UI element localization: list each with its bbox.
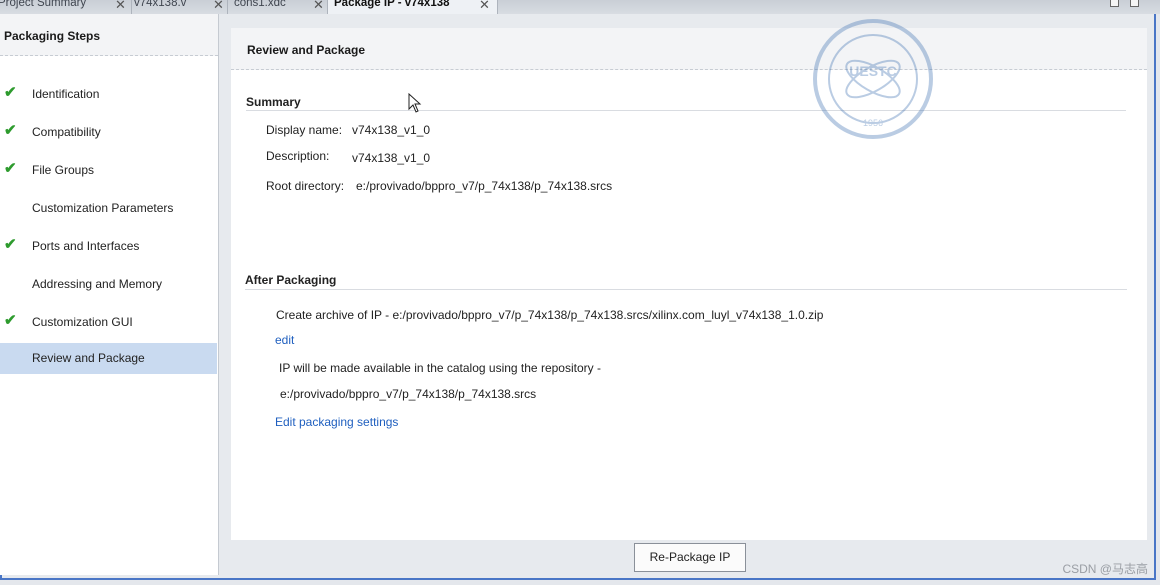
- close-icon[interactable]: ✕: [213, 0, 224, 13]
- tab-package-ip[interactable]: Package IP - v74x138: [328, 0, 498, 14]
- checkmark-icon: ✔: [4, 236, 17, 253]
- description-value: v74x138_v1_0: [352, 151, 431, 165]
- packaging-steps-title: Packaging Steps: [0, 14, 218, 56]
- divider: [245, 289, 1127, 290]
- divider: [246, 110, 1126, 111]
- display-name-label: Display name:: [266, 123, 343, 137]
- step-review-and-package[interactable]: Review and Package: [0, 343, 217, 374]
- editor-tab-bar: Project Summary ✕ v74x138.v ✕ cons1.xdc …: [0, 0, 1160, 14]
- archive-text: Create archive of IP - e:/provivado/bppr…: [276, 308, 824, 322]
- step-addressing-and-memory[interactable]: Addressing and Memory: [0, 269, 217, 300]
- edit-archive-link[interactable]: edit: [275, 333, 294, 347]
- step-compatibility[interactable]: ✔ Compatibility: [0, 117, 217, 148]
- checkmark-icon: ✔: [4, 160, 17, 177]
- close-icon[interactable]: ✕: [313, 0, 324, 13]
- maximize-icon[interactable]: [1130, 0, 1139, 7]
- edit-packaging-settings-link[interactable]: Edit packaging settings: [275, 415, 398, 429]
- re-package-ip-button[interactable]: Re-Package IP: [634, 543, 746, 572]
- summary-section-title: Summary: [246, 95, 301, 109]
- description-label: Description:: [266, 149, 330, 163]
- root-directory-label: Root directory:: [266, 179, 345, 193]
- bottom-action-bar: Re-Package IP: [231, 540, 1147, 576]
- step-identification[interactable]: ✔ Identification: [0, 79, 217, 110]
- catalog-path: e:/provivado/bppro_v7/p_74x138/p_74x138.…: [280, 387, 537, 401]
- step-customization-gui[interactable]: ✔ Customization GUI: [0, 307, 217, 338]
- checkmark-icon: ✔: [4, 84, 17, 101]
- watermark-text: UESTC: [849, 63, 896, 79]
- mouse-pointer-icon: [408, 93, 422, 113]
- tab-project-summary[interactable]: Project Summary: [0, 0, 132, 14]
- checkmark-icon: ✔: [4, 312, 17, 329]
- watermark-year: 1956: [863, 118, 883, 128]
- packaging-steps-panel: Packaging Steps ✔ Identification ✔ Compa…: [0, 14, 219, 575]
- close-icon[interactable]: ✕: [115, 0, 126, 13]
- credit-watermark: CSDN @马志高: [1062, 562, 1148, 576]
- close-icon[interactable]: ✕: [479, 0, 490, 13]
- checkmark-icon: ✔: [4, 122, 17, 139]
- university-seal-watermark: UESTC 1956: [813, 19, 933, 139]
- restore-icon[interactable]: [1110, 0, 1119, 7]
- page-title: Review and Package: [231, 28, 1147, 70]
- step-customization-parameters[interactable]: Customization Parameters: [0, 193, 217, 224]
- root-directory-value: e:/provivado/bppro_v7/p_74x138/p_74x138.…: [356, 179, 613, 193]
- after-packaging-section-title: After Packaging: [245, 273, 337, 287]
- review-and-package-panel: Review and Package Summary Display name:…: [231, 28, 1147, 540]
- display-name-value: v74x138_v1_0: [352, 123, 431, 137]
- step-file-groups[interactable]: ✔ File Groups: [0, 155, 217, 186]
- step-ports-and-interfaces[interactable]: ✔ Ports and Interfaces: [0, 231, 217, 262]
- catalog-text: IP will be made available in the catalog…: [279, 361, 601, 375]
